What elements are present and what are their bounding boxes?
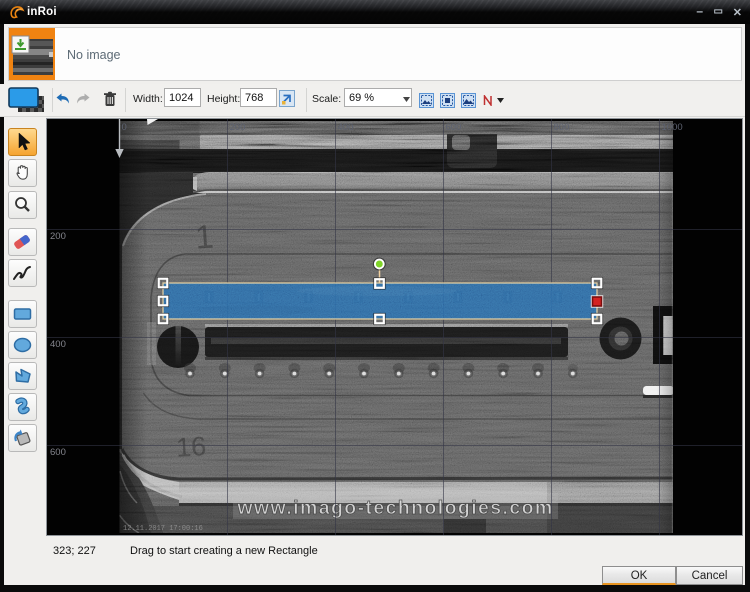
svg-text:600: 600 bbox=[50, 447, 66, 458]
svg-text:400: 400 bbox=[50, 339, 66, 350]
svg-text:200: 200 bbox=[50, 231, 66, 242]
svg-text:12.11.2017 17:00:16: 12.11.2017 17:00:16 bbox=[123, 525, 203, 533]
svg-text:www.imago-technologies.com: www.imago-technologies.com bbox=[236, 497, 553, 519]
svg-text:800: 800 bbox=[554, 122, 570, 133]
svg-text:400: 400 bbox=[338, 122, 354, 133]
svg-text:0: 0 bbox=[122, 122, 127, 133]
svg-text:1000: 1000 bbox=[662, 122, 683, 133]
svg-text:600: 600 bbox=[446, 122, 462, 133]
svg-text:200: 200 bbox=[230, 122, 246, 133]
